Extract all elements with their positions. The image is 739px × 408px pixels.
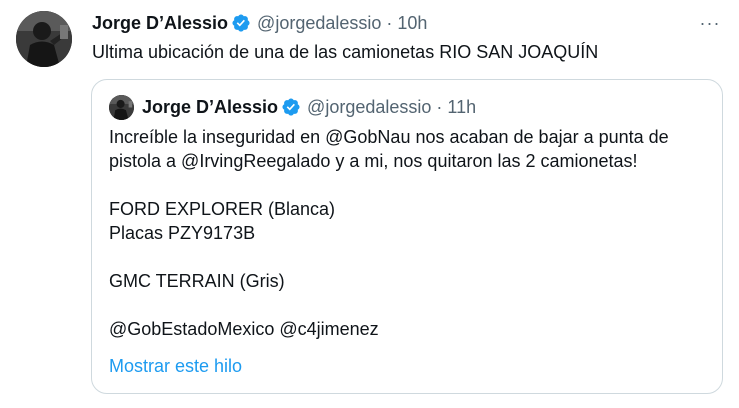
quoted-author-avatar — [109, 94, 134, 120]
quoted-tweet-text: Increíble la inseguridad en @GobNau nos … — [109, 125, 707, 341]
separator-dot: · — [436, 96, 443, 117]
separator-dot: · — [386, 12, 393, 33]
verified-badge-icon — [281, 97, 301, 117]
verified-badge-icon — [231, 13, 251, 33]
quoted-author-handle: @jorgedalessio — [307, 96, 432, 117]
quoted-text-line: pistola a @IrvingReegalado y a mi, nos q… — [109, 151, 638, 171]
author-handle[interactable]: @jorgedalessio — [257, 13, 381, 34]
quoted-author-name: Jorge D’Alessio — [142, 96, 279, 117]
quoted-tweet-header: Jorge D’Alessio @jorgedalessio · 11h — [109, 94, 476, 120]
show-thread-link[interactable]: Mostrar este hilo — [109, 354, 242, 378]
quoted-tweet-timestamp: 11h — [447, 96, 477, 117]
quoted-text-line: @GobEstadoMexico @c4jimenez — [109, 319, 379, 339]
quoted-text-line: Increíble la inseguridad en @GobNau nos … — [109, 127, 669, 147]
quoted-text-line: GMC TERRAIN (Gris) — [109, 271, 285, 291]
quoted-text-line: Placas PZY9173B — [109, 223, 256, 243]
tweet-text: Ultima ubicación de una de las camioneta… — [92, 42, 599, 62]
tweet-header: Jorge D’Alessio @jorgedalessio · 10h — [92, 10, 427, 36]
quoted-text-line: FORD EXPLORER (Blanca) — [109, 199, 336, 219]
tweet-timestamp[interactable]: 10h — [397, 13, 427, 34]
author-avatar[interactable] — [16, 11, 72, 67]
more-options-label: ··· — [699, 12, 721, 33]
more-options-icon[interactable]: ··· — [697, 12, 723, 34]
quoted-tweet-card[interactable]: Jorge D’Alessio @jorgedalessio · 11h Inc… — [91, 79, 723, 394]
author-name[interactable]: Jorge D’Alessio — [92, 13, 228, 34]
